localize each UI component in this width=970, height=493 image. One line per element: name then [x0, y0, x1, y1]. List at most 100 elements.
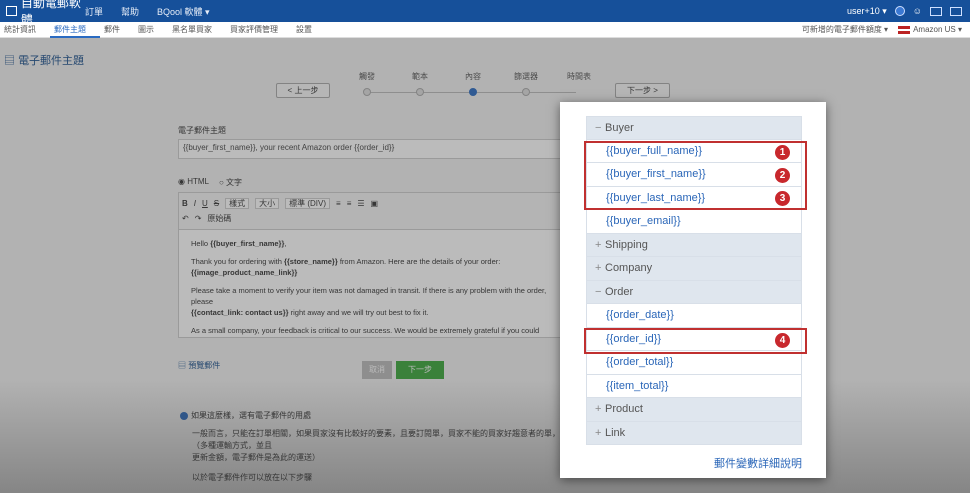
- align-center-icon[interactable]: ≡: [347, 199, 352, 208]
- expand-icon[interactable]: +: [595, 398, 605, 421]
- variable-group-company[interactable]: + Company: [586, 257, 802, 281]
- tab-blacklist[interactable]: 黑名單買家: [168, 22, 226, 38]
- box-icon[interactable]: [930, 6, 942, 16]
- faq-answer-line: 更新金額，電子郵件是為此的運送）: [192, 453, 320, 462]
- nav-help[interactable]: 幫助: [121, 5, 139, 18]
- redo-icon[interactable]: ↷: [195, 214, 202, 223]
- step-filter: 篩選器: [514, 72, 538, 81]
- body-text: ,: [284, 239, 287, 248]
- sub-nav: 統計資訊 郵件主題 郵件 圖示 黑名單買家 買家評價管理 設置 可新增的電子郵件…: [0, 22, 970, 38]
- body-variable: {{image_product_name_link}}: [191, 268, 298, 277]
- list-icon[interactable]: ☰: [357, 199, 364, 208]
- radio-html-label: HTML: [187, 177, 209, 186]
- underline-button[interactable]: U: [202, 199, 208, 208]
- tab-statistics[interactable]: 統計資訊: [0, 22, 50, 38]
- tab-settings[interactable]: 設置: [292, 22, 326, 38]
- quota-dropdown[interactable]: 可新增的電子郵件額度 ▾: [802, 22, 888, 38]
- step-dot[interactable]: [522, 88, 530, 96]
- body-text: from Amazon. Here are the details of you…: [337, 257, 501, 266]
- box-icon[interactable]: [950, 6, 962, 16]
- user-menu[interactable]: user+10 ▾: [847, 6, 887, 17]
- variable-group-order[interactable]: − Order: [586, 280, 802, 304]
- step-content: 內容: [465, 72, 481, 81]
- bold-button[interactable]: B: [182, 199, 188, 208]
- body-paragraph: Hello {{buyer_first_name}},: [191, 238, 555, 249]
- subject-input[interactable]: {{buyer_first_name}}, your recent Amazon…: [178, 139, 568, 159]
- variable-item[interactable]: {{item_total}}: [586, 374, 802, 398]
- group-label: Buyer: [605, 122, 634, 134]
- collapse-icon[interactable]: −: [595, 281, 605, 304]
- variable-group-buyer[interactable]: − Buyer: [586, 116, 802, 140]
- marker-2: 2: [775, 168, 790, 183]
- marker-3: 3: [775, 191, 790, 206]
- tab-email-subject[interactable]: 郵件主題: [50, 22, 100, 38]
- radio-html[interactable]: ◉ HTML: [178, 177, 209, 188]
- variable-item[interactable]: {{order_total}}: [586, 351, 802, 375]
- us-flag-icon: [898, 25, 911, 34]
- format-select[interactable]: 樣式: [225, 198, 250, 209]
- variables-popup: − Buyer {{buyer_full_name}} {{buyer_first_n…: [560, 102, 826, 478]
- variable-group-product[interactable]: + Product: [586, 398, 802, 422]
- italic-button[interactable]: I: [194, 199, 196, 208]
- top-right: user+10 ▾ ☺: [847, 0, 962, 22]
- nav-bqool-software[interactable]: BQool 軟體 ▾: [157, 5, 210, 18]
- expand-icon[interactable]: +: [595, 422, 605, 445]
- top-bar: 自動電郵軟體 訂單 幫助 BQool 軟體 ▾ user+10 ▾ ☺: [0, 0, 970, 27]
- variable-item[interactable]: {{buyer_email}}: [586, 210, 802, 234]
- radio-text[interactable]: ○ 文字: [219, 177, 242, 188]
- user-icon[interactable]: ☺: [913, 6, 922, 16]
- expand-icon[interactable]: +: [595, 234, 605, 257]
- preview-email-link[interactable]: ▤ 預覽郵件: [178, 360, 220, 371]
- body-variable: {{store_name}}: [283, 257, 338, 266]
- body-text: right away and we will try out best to f…: [288, 308, 429, 317]
- collapse-icon[interactable]: −: [595, 117, 605, 140]
- body-text: Thank you for ordering with: [191, 257, 284, 266]
- expand-icon[interactable]: +: [595, 257, 605, 280]
- body-variable: {{contact_link: contact us}}: [191, 308, 289, 317]
- strike-button[interactable]: S: [214, 199, 219, 208]
- cancel-button[interactable]: 取消: [362, 361, 392, 379]
- subject-label: 電子郵件主題: [178, 126, 226, 135]
- faq-section: 如果這麼樣，選有電子郵件的用處 一般而言，只能在訂單相關，如果買家沒有比較好的要…: [180, 410, 560, 484]
- tab-feedback[interactable]: 買家評價管理: [226, 22, 292, 38]
- variable-item[interactable]: {{order_date}}: [586, 304, 802, 328]
- step-trigger: 觸發: [359, 72, 375, 81]
- font-select[interactable]: 標準 (DIV): [285, 198, 331, 209]
- variables-help-link[interactable]: 郵件變數詳細說明: [714, 455, 802, 471]
- body-text: Hello: [191, 239, 211, 248]
- step-dot[interactable]: [363, 88, 371, 96]
- variable-group-shipping[interactable]: + Shipping: [586, 233, 802, 257]
- tab-email[interactable]: 郵件: [100, 22, 134, 38]
- group-label: Shipping: [605, 238, 648, 251]
- tab-images[interactable]: 圖示: [134, 22, 168, 38]
- body-text: Please take a moment to verify your item…: [191, 286, 547, 306]
- group-label: Product: [605, 403, 643, 415]
- variable-group-link[interactable]: + Link: [586, 421, 802, 445]
- toolbar-row: B I U S 樣式 大小 標準 (DIV) ≡ ≡ ☰ ▣: [182, 196, 564, 211]
- size-select[interactable]: 大小: [255, 198, 280, 209]
- marker-1: 1: [775, 145, 790, 160]
- group-label: Order: [605, 285, 634, 298]
- nav-orders[interactable]: 訂單: [85, 5, 103, 18]
- step-dot-active[interactable]: [469, 88, 477, 96]
- question-icon: [180, 411, 188, 420]
- marketplace-dropdown[interactable]: Amazon US ▾: [898, 22, 962, 38]
- subnav-right: 可新增的電子郵件額度 ▾ Amazon US ▾: [802, 22, 962, 38]
- image-icon[interactable]: ▣: [371, 199, 379, 208]
- group-label: Link: [605, 426, 626, 439]
- next-button[interactable]: 下一步: [396, 361, 444, 379]
- editor-toolbar: B I U S 樣式 大小 標準 (DIV) ≡ ≡ ☰ ▣ ↶ ↷ 原始碼: [178, 192, 568, 230]
- undo-icon[interactable]: ↶: [182, 214, 189, 223]
- email-body-editor[interactable]: Hello {{buyer_first_name}}, Thank you fo…: [178, 230, 568, 338]
- circle-icon[interactable]: [894, 6, 905, 16]
- group-label: Company: [605, 262, 653, 274]
- highlight-box-buyer-names: [584, 141, 807, 210]
- email-form: 電子郵件主題 {{buyer_first_name}}, your recent…: [178, 125, 568, 338]
- step-schedule: 時間表: [567, 72, 591, 81]
- format-radios: ◉ HTML ○ 文字: [178, 177, 568, 188]
- step-dot[interactable]: [416, 88, 424, 96]
- next-step-button[interactable]: 下一步 >: [615, 83, 670, 98]
- prev-step-button[interactable]: < 上一步: [276, 83, 330, 98]
- align-left-icon[interactable]: ≡: [336, 199, 341, 208]
- source-button[interactable]: 原始碼: [207, 213, 231, 224]
